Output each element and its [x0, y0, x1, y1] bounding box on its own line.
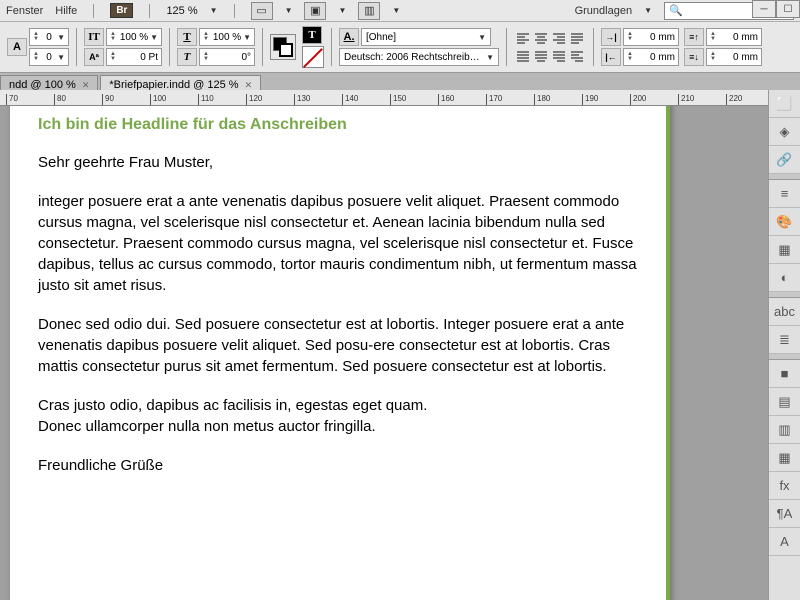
panel-button-7[interactable]: abc	[769, 298, 800, 326]
ruler-tick: 210	[678, 94, 694, 106]
tracking-input[interactable]: ▲▼0 Pt	[106, 48, 162, 66]
right-panel-dock: ⬜◈🔗≡🎨▦◐abc≣■▤▥▦fx¶AA	[768, 90, 800, 600]
doc-closing[interactable]: Freundliche Grüße	[38, 455, 642, 476]
menubar: Fenster Hilfe Br 125 % ▼ ▭▼ ▣▼ ▥▼ Grundl…	[0, 0, 800, 22]
page-margin-guide	[666, 106, 670, 600]
control-panel: A ▲▼0▼ ▲▼0▼ IT ▲▼100 %▼ Aª ▲▼0 Pt T ▲▼10…	[0, 22, 800, 73]
align-justify-icon[interactable]	[568, 30, 586, 46]
panel-button-12[interactable]: ▦	[769, 444, 800, 472]
ruler-tick: 130	[294, 94, 310, 106]
space-after-icon: ≡↓	[684, 48, 704, 66]
align-spine-icon[interactable]	[568, 48, 586, 64]
panel-button-13[interactable]: fx	[769, 472, 800, 500]
indent-left-icon: →|	[601, 28, 621, 46]
skew-icon: T	[177, 48, 197, 66]
doc-paragraph-1[interactable]: integer posuere erat a ante venenatis da…	[38, 191, 642, 296]
none-swatch-icon[interactable]	[302, 46, 324, 68]
doc-headline[interactable]: Ich bin die Headline für das Anschreiben	[38, 114, 642, 136]
ruler-tick: 190	[582, 94, 598, 106]
char-style-dropdown[interactable]: [Ohne]▼	[361, 28, 491, 46]
panel-button-2[interactable]: 🔗	[769, 146, 800, 174]
field-1b[interactable]: ▲▼0▼	[29, 48, 69, 66]
zoom-display[interactable]: 125 %	[166, 5, 197, 17]
arrange-icon[interactable]: ▥	[358, 2, 380, 20]
space-before-icon: ≡↑	[684, 28, 704, 46]
panel-button-5[interactable]: ▦	[769, 236, 800, 264]
doc-paragraph-3[interactable]: Cras justo odio, dapibus ac facilisis in…	[38, 395, 642, 437]
close-icon[interactable]: ✕	[245, 80, 253, 91]
ruler-tick: 220	[726, 94, 742, 106]
ruler-tick: 80	[54, 94, 66, 106]
align-justify-right-icon[interactable]	[550, 48, 568, 64]
ruler-tick: 120	[246, 94, 262, 106]
ruler-tick: 140	[342, 94, 358, 106]
zoom-dropdown-icon[interactable]: ▼	[210, 6, 218, 15]
doc-paragraph-2[interactable]: Donec sed odio dui. Sed posuere consecte…	[38, 314, 642, 377]
ruler-horizontal[interactable]: 70 80 90 100 110 120 130 140 150 160 170 180 190 200 2…	[0, 90, 768, 106]
panel-button-11[interactable]: ▥	[769, 416, 800, 444]
panel-button-6[interactable]: ◐	[769, 264, 800, 292]
align-left-icon[interactable]	[514, 30, 532, 46]
skew-input[interactable]: ▲▼0°	[199, 48, 255, 66]
language-dropdown[interactable]: Deutsch: 2006 Rechtschreib…▼	[339, 48, 499, 66]
scale-y-icon: T	[177, 28, 197, 46]
space-before-input[interactable]: ▲▼0 mm	[706, 28, 762, 46]
align-right-icon[interactable]	[550, 30, 568, 46]
minimize-button[interactable]: ─	[752, 0, 776, 18]
ruler-tick: 150	[390, 94, 406, 106]
panel-button-8[interactable]: ≣	[769, 326, 800, 354]
panel-button-4[interactable]: 🎨	[769, 208, 800, 236]
align-center-icon[interactable]	[532, 30, 550, 46]
workspace-preset[interactable]: Grundlagen	[575, 5, 633, 17]
panel-button-3[interactable]: ≡	[769, 180, 800, 208]
panel-button-1[interactable]: ◈	[769, 118, 800, 146]
close-icon[interactable]: ✕	[82, 80, 90, 91]
ruler-tick: 110	[198, 94, 214, 106]
panel-button-10[interactable]: ▤	[769, 388, 800, 416]
canvas[interactable]: Ich bin die Headline für das Anschreiben…	[0, 106, 768, 600]
panel-button-15[interactable]: A	[769, 528, 800, 556]
align-justify-all-icon[interactable]	[514, 48, 532, 64]
field-1a[interactable]: ▲▼0▼	[29, 28, 69, 46]
menu-hilfe[interactable]: Hilfe	[55, 5, 77, 17]
scale-x-icon: IT	[84, 28, 104, 46]
workspace: 70 80 90 100 110 120 130 140 150 160 170 180 190 200 2…	[0, 90, 768, 600]
panel-button-9[interactable]: ■	[769, 360, 800, 388]
ruler-tick: 200	[630, 94, 646, 106]
workspace-dropdown-icon[interactable]: ▼	[644, 6, 652, 15]
ruler-tick: 170	[486, 94, 502, 106]
char-a-icon: A	[7, 38, 27, 56]
panel-button-14[interactable]: ¶A	[769, 500, 800, 528]
align-justify-center-icon[interactable]	[532, 48, 550, 64]
ruler-tick: 100	[150, 94, 166, 106]
bridge-button[interactable]: Br	[110, 3, 133, 18]
text-fill-icon[interactable]: T	[302, 26, 322, 44]
char-style-a-icon: A.	[339, 28, 359, 46]
scale-y-input[interactable]: ▲▼100 %▼	[199, 28, 255, 46]
ruler-tick: 90	[102, 94, 114, 106]
doc-salutation[interactable]: Sehr geehrte Frau Muster,	[38, 152, 642, 173]
baseline-icon: Aª	[84, 48, 104, 66]
view-mode-icon[interactable]: ▭	[251, 2, 273, 20]
panel-button-0[interactable]: ⬜	[769, 90, 800, 118]
ruler-tick: 180	[534, 94, 550, 106]
scale-x-input[interactable]: ▲▼100 %▼	[106, 28, 162, 46]
menu-fenster[interactable]: Fenster	[6, 5, 43, 17]
indent-right-icon: |←	[601, 48, 621, 66]
page: Ich bin die Headline für das Anschreiben…	[10, 106, 670, 600]
ruler-tick: 70	[6, 94, 18, 106]
indent-right-input[interactable]: ▲▼0 mm	[623, 48, 679, 66]
indent-left-input[interactable]: ▲▼0 mm	[623, 28, 679, 46]
fill-stroke-swatch[interactable]	[270, 34, 296, 60]
ruler-tick: 160	[438, 94, 454, 106]
maximize-button[interactable]: ☐	[776, 0, 800, 18]
space-after-input[interactable]: ▲▼0 mm	[706, 48, 762, 66]
screen-mode-icon[interactable]: ▣	[304, 2, 326, 20]
